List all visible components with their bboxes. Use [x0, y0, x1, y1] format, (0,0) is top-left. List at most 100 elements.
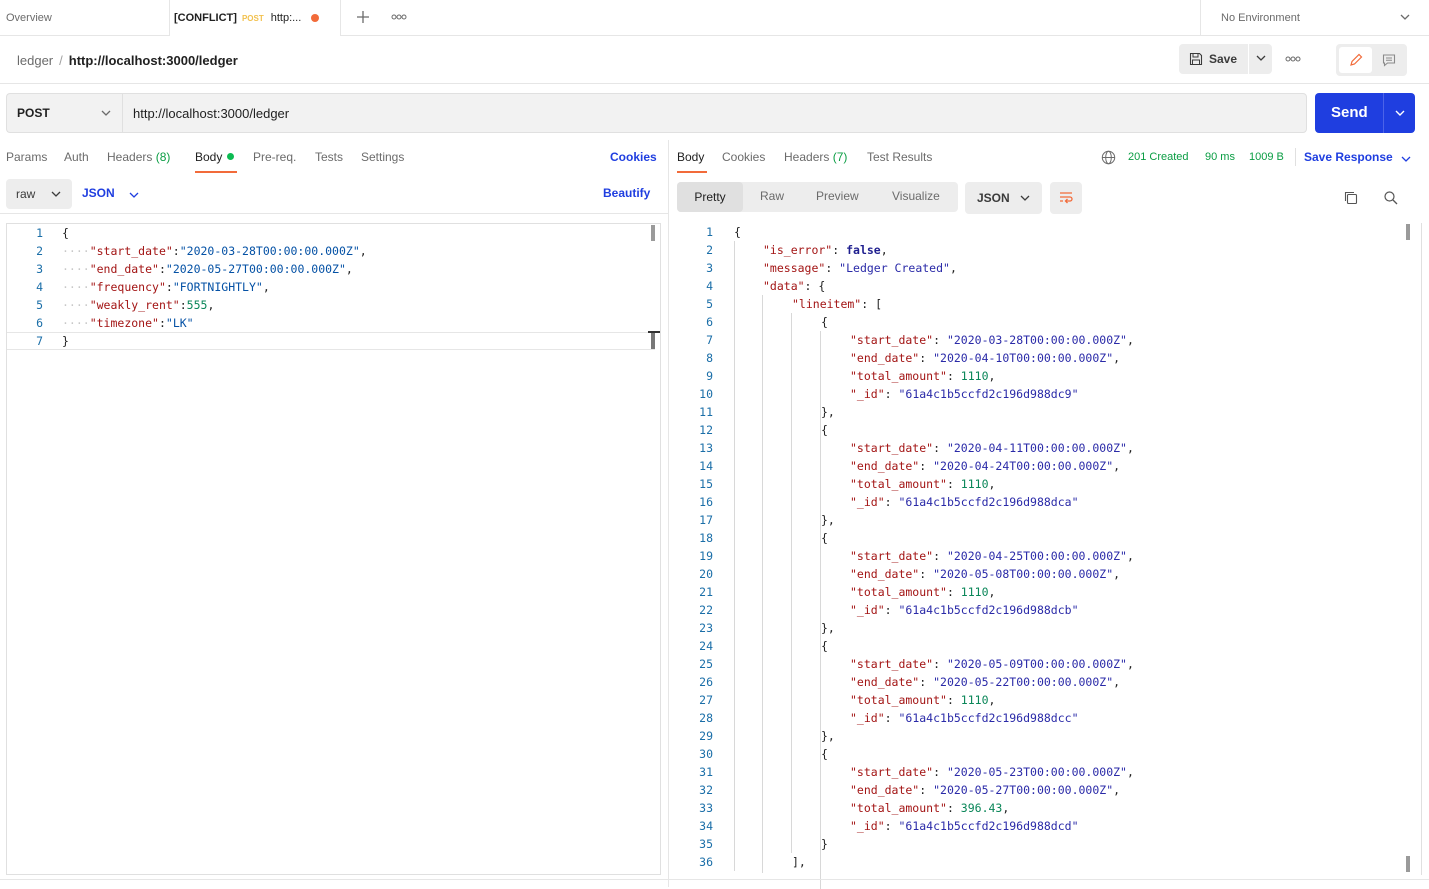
body-mode-select[interactable]: raw [6, 179, 72, 209]
wrap-lines-button[interactable] [1050, 182, 1082, 214]
code-text: "total_amount": 396.43, [850, 799, 1009, 817]
tab-active-request[interactable]: [CONFLICT] POST http:... [170, 0, 341, 36]
cookies-link[interactable]: Cookies [610, 150, 657, 164]
code-text: { [821, 745, 828, 763]
code-token: "FORTNIGHTLY" [172, 280, 263, 294]
code-token: } [62, 334, 69, 348]
breadcrumb-separator: / [59, 53, 63, 68]
environment-select[interactable]: No Environment [1200, 0, 1429, 36]
tab-params[interactable]: Params [6, 150, 47, 164]
response-format-select[interactable]: JSON [965, 182, 1042, 214]
code-token: : [933, 549, 947, 563]
code-line: 18 { [676, 529, 1421, 547]
search-icon[interactable] [1383, 190, 1399, 206]
code-token: : [172, 244, 180, 258]
view-pretty-button[interactable]: Pretty [677, 182, 743, 212]
response-time[interactable]: 90 ms [1205, 151, 1235, 163]
code-text: "start_date": "2020-04-11T00:00:00.000Z"… [850, 439, 1134, 457]
response-scrollbar-bottom[interactable] [1406, 856, 1410, 872]
tab-settings[interactable]: Settings [361, 150, 404, 164]
code-token: "2020-05-27T00:00:00.000Z" [933, 783, 1114, 797]
method-select[interactable]: POST [6, 93, 122, 133]
view-preview-button[interactable]: Preview [816, 189, 859, 203]
code-text: }, [821, 403, 835, 421]
response-tab-body[interactable]: Body [677, 150, 704, 164]
response-tab-test-results[interactable]: Test Results [867, 150, 932, 164]
code-line: 8 "end_date": "2020-04-10T00:00:00.000Z", [676, 349, 1421, 367]
code-token: , [1113, 675, 1121, 689]
breadcrumb-collection[interactable]: ledger [17, 53, 53, 68]
response-body-viewer[interactable]: 1{2 "is_error": false, 3 "message": "Ledger… [676, 223, 1422, 889]
pane-divider[interactable] [668, 140, 669, 887]
response-tab-headers[interactable]: Headers (7) [784, 150, 847, 164]
code-text: "end_date": "2020-04-24T00:00:00.000Z", [850, 457, 1120, 475]
code-token: "61a4c1b5ccfd2c196d988dcb" [898, 603, 1079, 617]
tab-headers[interactable]: Headers (8) [107, 150, 170, 164]
code-line: 3 "message": "Ledger Created", [676, 259, 1421, 277]
tab-overview[interactable]: Overview [6, 0, 170, 36]
comments-mode-button[interactable] [1374, 47, 1404, 73]
body-format-select[interactable]: JSON [82, 186, 139, 200]
code-token: "2020-05-27T00:00:00.000Z" [165, 262, 346, 276]
tab-method-label: POST [241, 13, 264, 23]
code-token: "message" [763, 261, 826, 275]
code-text: "total_amount": 1110, [850, 583, 995, 601]
tab-auth[interactable]: Auth [64, 150, 89, 164]
code-text: "start_date": "2020-03-28T00:00:00.000Z"… [850, 331, 1134, 349]
code-line: 25 "start_date": "2020-05-09T00:00:00.000… [676, 655, 1421, 673]
line-number: 5 [36, 298, 43, 312]
response-size[interactable]: 1009 B [1249, 151, 1284, 163]
tab-body[interactable]: Body [195, 150, 235, 164]
code-token: "total_amount" [850, 585, 947, 599]
tab-tests[interactable]: Tests [315, 150, 343, 164]
code-line: 23}, [676, 619, 1421, 637]
code-token: : [946, 585, 961, 599]
code-text: "lineitem": [ [792, 295, 882, 313]
code-token: "2020-04-10T00:00:00.000Z" [933, 351, 1114, 365]
request-more-button[interactable] [1285, 51, 1301, 65]
response-tab-cookies[interactable]: Cookies [722, 150, 765, 164]
code-token: : [933, 441, 947, 455]
response-status[interactable]: 201 Created [1128, 151, 1189, 163]
view-raw-button[interactable]: Raw [760, 189, 784, 203]
copy-icon[interactable] [1343, 190, 1359, 206]
chevron-down-icon[interactable] [1393, 106, 1407, 120]
breadcrumb-request[interactable]: http://localhost:3000/ledger [69, 53, 238, 68]
code-token: , [207, 298, 215, 312]
new-tab-button[interactable] [352, 6, 374, 28]
code-line: 10 "_id": "61a4c1b5ccfd2c196d988dc9" [676, 385, 1421, 403]
code-token: { [821, 531, 828, 545]
request-body-editor[interactable]: 1{2 ····"start_date":"2020-03-28T00:00:00… [6, 223, 661, 875]
code-token: "61a4c1b5ccfd2c196d988dcd" [898, 819, 1079, 833]
code-text: ····"start_date":"2020-03-28T00:00:00.00… [62, 242, 367, 260]
code-token: "LK" [165, 316, 194, 330]
chevron-down-icon[interactable] [1255, 52, 1267, 64]
globe-icon[interactable] [1101, 150, 1116, 165]
response-format-label: JSON [977, 191, 1010, 205]
edit-mode-button[interactable] [1339, 47, 1372, 73]
code-text: "message": "Ledger Created", [763, 259, 957, 277]
code-text: "start_date": "2020-04-25T00:00:00.000Z"… [850, 547, 1134, 565]
save-response-button[interactable]: Save Response [1304, 150, 1411, 164]
active-tab-underline [195, 171, 237, 173]
line-number: 1 [706, 225, 713, 239]
tab-more-button[interactable] [388, 6, 410, 28]
response-scrollbar-top[interactable] [1406, 224, 1410, 240]
code-text: "_id": "61a4c1b5ccfd2c196d988dca" [850, 493, 1079, 511]
code-token: "start_date" [850, 549, 934, 563]
line-number: 25 [699, 657, 713, 671]
line-number: 12 [699, 423, 713, 437]
line-number: 34 [699, 819, 713, 833]
save-button[interactable]: Save [1179, 44, 1272, 74]
view-visualize-button[interactable]: Visualize [892, 189, 940, 203]
tab-prereq[interactable]: Pre-req. [253, 150, 296, 164]
send-button[interactable]: Send [1315, 93, 1415, 133]
url-input[interactable]: http://localhost:3000/ledger [122, 93, 1307, 133]
code-token: "start_date" [89, 244, 173, 258]
code-line: 1{ [676, 223, 1421, 241]
code-token: : [884, 387, 899, 401]
beautify-button[interactable]: Beautify [603, 186, 650, 200]
save-icon [1189, 52, 1203, 66]
code-token: : [884, 495, 899, 509]
request-editor-scrollbar[interactable] [651, 225, 655, 241]
